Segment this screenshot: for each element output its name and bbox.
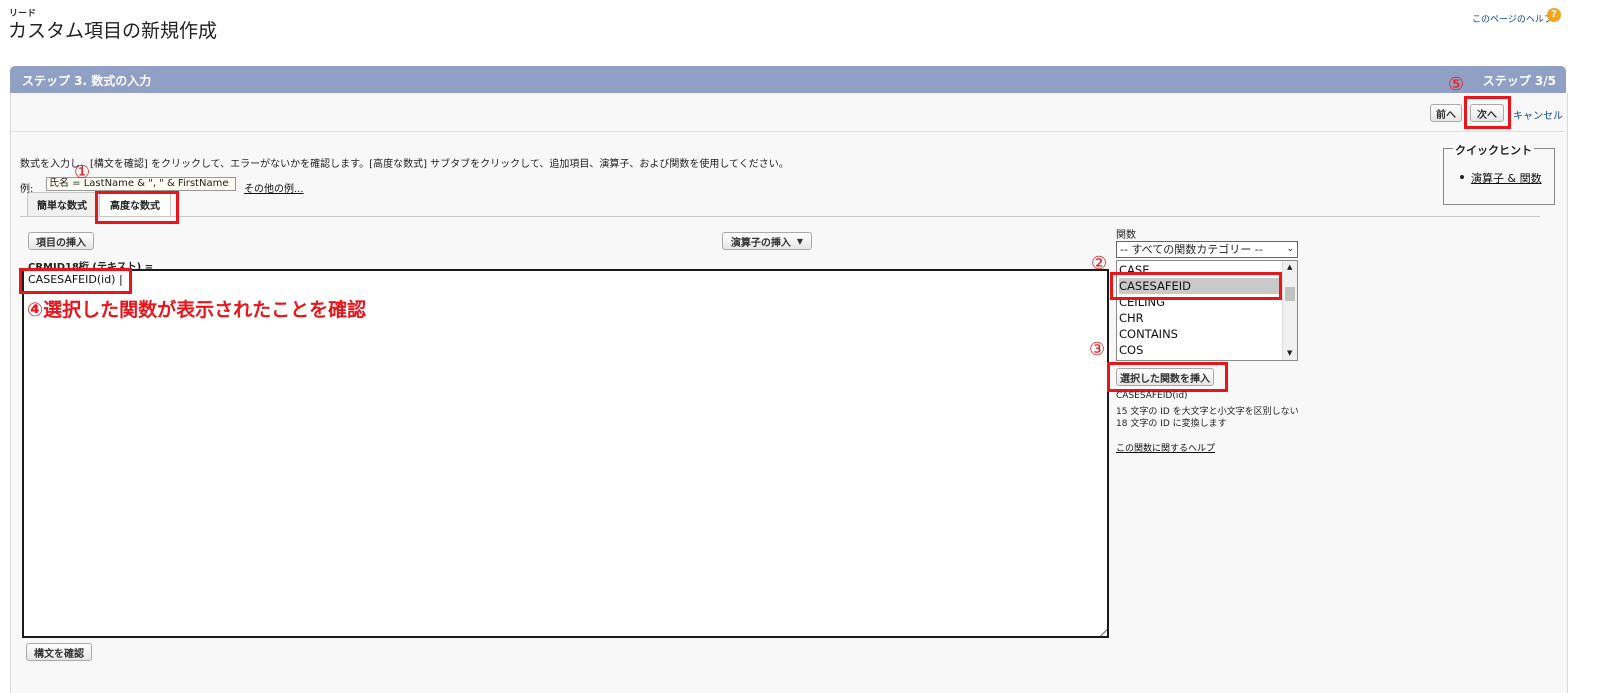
chevron-down-icon: ⌄ [1286,244,1294,254]
annotation-box-5 [1464,96,1511,129]
annotation-box-3 [1107,362,1228,392]
prev-button[interactable]: 前へ [1430,104,1462,122]
bullet-icon [1460,175,1464,179]
function-signature: CASESAFEID(id) [1116,391,1188,401]
instructions-text: 数式を入力し、[構文を確認] をクリックして、エラーがないかを確認します。[高度… [20,159,789,170]
function-category-value: -- すべての関数カテゴリー -- [1120,243,1263,256]
functions-label: 関数 [1116,230,1136,241]
scrollbar-thumb[interactable] [1285,287,1295,301]
function-help-link[interactable]: この関数に関するヘルプ [1116,441,1215,454]
tab-simple-formula[interactable]: 簡単な数式 [27,192,97,216]
more-examples-link[interactable]: その他の例... [244,180,304,195]
annotation-number-2: ② [1091,253,1108,274]
function-item-chr[interactable]: CHR [1119,310,1281,326]
annotation-number-5: ⑤ [1448,74,1465,95]
page-help-link[interactable]: このページのヘルプ [1472,12,1553,25]
function-category-select[interactable]: -- すべての関数カテゴリー -- ⌄ [1116,241,1298,258]
check-syntax-button[interactable]: 構文を確認 [26,643,92,661]
formula-editor[interactable] [22,269,1109,638]
resize-handle-icon[interactable] [1098,627,1107,636]
annotation-number-1: ① [74,162,91,183]
insert-operator-label: 演算子の挿入 [730,237,791,249]
toolbar-divider [11,131,1565,132]
annotation-box-1 [95,191,179,224]
function-item-cos[interactable]: COS [1119,342,1281,358]
help-icon[interactable]: ? [1547,8,1561,22]
insert-field-button[interactable]: 項目の挿入 [28,232,94,250]
step-count: ステップ 3/5 [1482,74,1556,88]
step-bar: ステップ 3. 数式の入力 ステップ 3/5 [10,66,1566,93]
insert-operator-button[interactable]: 演算子の挿入 ▼ [722,232,812,250]
page-title: カスタム項目の新規作成 [8,20,218,42]
function-description: 15 文字の ID を大文字と小文字を区別しない 18 文字の ID に変換しま… [1116,407,1299,429]
cancel-link[interactable]: キャンセル [1513,107,1563,122]
annotation-box-2 [1110,272,1282,300]
annotation-box-4 [19,268,132,294]
chevron-down-icon: ▼ [796,236,804,246]
scroll-up-icon[interactable]: ▲ [1287,263,1292,271]
scroll-down-icon[interactable]: ▼ [1287,349,1292,357]
annotation-number-3: ③ [1089,339,1106,360]
operators-functions-link[interactable]: 演算子 & 関数 [1471,170,1542,186]
list-scrollbar[interactable]: ▲ ▼ [1282,261,1297,360]
tab-underline [20,216,1540,217]
annotation-note-4: ④選択した関数が表示されたことを確認 [27,299,367,321]
quick-tips-title: クイックヒント [1453,142,1534,158]
step-title: ステップ 3. 数式の入力 [22,74,152,88]
function-item-contains[interactable]: CONTAINS [1119,326,1281,342]
